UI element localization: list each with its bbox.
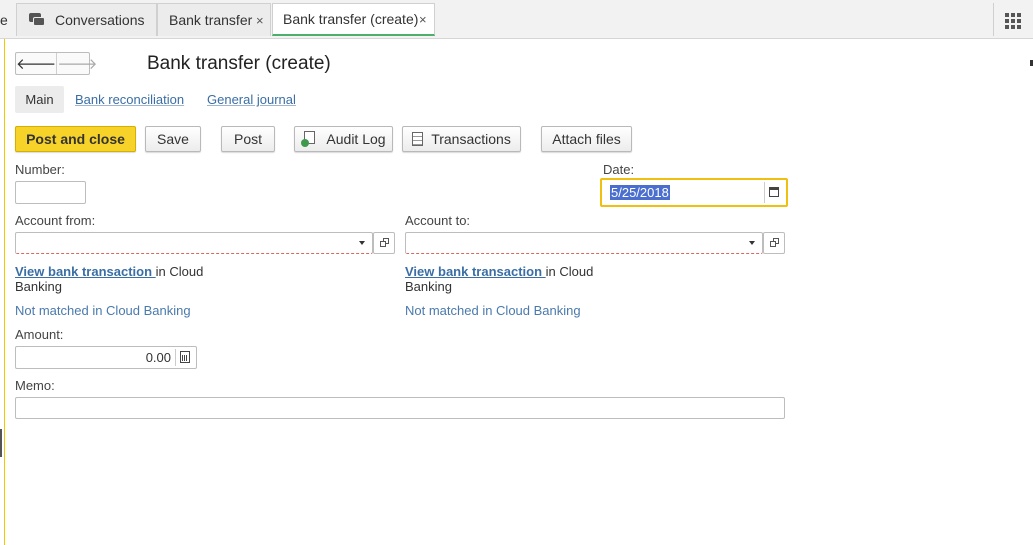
banking-text: Banking [15,279,62,294]
back-arrow-icon[interactable]: 🡐 [16,53,58,74]
section-general-journal[interactable]: General journal [207,86,296,113]
post-button[interactable]: Post [221,126,275,152]
chevron-down-icon[interactable] [749,241,755,245]
calculator-icon[interactable] [180,351,190,363]
account-from-open-button[interactable] [373,232,395,254]
apps-grid-button[interactable] [993,3,1033,36]
number-label: Number: [15,162,65,177]
date-label: Date: [603,162,635,177]
post-and-close-button[interactable]: Post and close [15,126,136,152]
account-to-field[interactable] [405,232,763,254]
chevron-down-icon[interactable] [359,241,365,245]
transactions-label: Transactions [431,131,511,147]
view-bank-transaction-to-link[interactable]: View bank transaction [405,264,546,279]
left-bar-marker [0,429,2,457]
view-bank-transaction-from-link[interactable]: View bank transaction [15,264,156,279]
close-icon[interactable]: × [256,13,264,28]
calendar-icon[interactable] [769,187,779,197]
in-cloud-text: in Cloud [155,264,204,279]
audit-log-button[interactable]: Audit Log [294,126,393,152]
tab-bank-transfer-create[interactable]: Bank transfer (create) × [272,3,435,36]
audit-log-icon [301,131,319,147]
memo-label: Memo: [15,378,55,393]
page-title: Bank transfer (create) [147,53,331,74]
section-main[interactable]: Main [15,86,64,113]
cloud-banking-from: View bank transaction in Cloud Banking [15,264,203,294]
memo-field[interactable] [15,397,785,419]
date-field[interactable]: 5/25/2018 [600,178,788,207]
amount-label: Amount: [15,327,64,342]
amount-divider [175,349,176,366]
cloud-banking-to: View bank transaction in Cloud Banking [405,264,593,294]
amount-value: 0.00 [145,350,171,365]
account-to-label: Account to: [405,213,471,228]
attach-files-button[interactable]: Attach files [541,126,632,152]
tab-bank-transfer-label: Bank transfer [169,12,253,28]
not-matched-to-link[interactable]: Not matched in Cloud Banking [405,303,581,318]
tab-bar: e Conversations Bank transfer × Bank tra… [0,0,1033,39]
tab-cut-label[interactable]: e [0,12,8,28]
date-value: 5/25/2018 [610,185,670,200]
account-from-label: Account from: [15,213,96,228]
banking-text: Banking [405,279,452,294]
chat-icon [29,13,45,27]
history-nav: 🡐 🡒 [15,52,97,75]
transactions-button[interactable]: Transactions [402,126,521,152]
number-field[interactable] [15,181,86,204]
forward-arrow-icon[interactable]: 🡒 [57,53,97,74]
close-icon[interactable]: × [419,12,427,27]
audit-log-label: Audit Log [326,131,386,147]
tab-bank-transfer[interactable]: Bank transfer × [157,3,271,36]
tab-bank-transfer-create-label: Bank transfer (create) [283,11,419,27]
section-bank-reconciliation[interactable]: Bank reconciliation [75,86,184,113]
account-from-field[interactable] [15,232,373,254]
document-icon [412,132,424,146]
save-button[interactable]: Save [145,126,201,152]
account-to-open-button[interactable] [763,232,785,254]
amount-field[interactable]: 0.00 [15,346,197,369]
tab-conversations-label: Conversations [55,12,145,28]
in-cloud-text: in Cloud [545,264,594,279]
tab-conversations[interactable]: Conversations [16,3,157,36]
left-accent-bar [0,39,5,545]
date-divider [764,182,765,203]
not-matched-from-link[interactable]: Not matched in Cloud Banking [15,303,191,318]
